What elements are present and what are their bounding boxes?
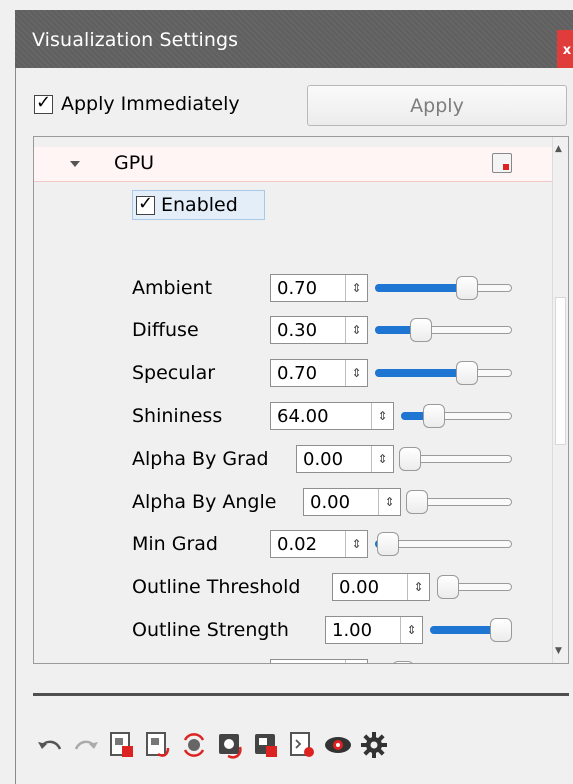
checkbox-icon[interactable]: ✓ <box>34 92 53 114</box>
title-bar: Visualization Settings x <box>15 10 573 70</box>
visibility-icon[interactable] <box>322 729 354 761</box>
collapse-arrow-icon[interactable] <box>70 161 80 167</box>
value-spinbox[interactable]: 0.70 ⇕ <box>270 274 368 302</box>
value-spinbox[interactable]: 0.70 ⇕ <box>270 359 368 387</box>
properties-tree: GPU ✓ Enabled Ambient 0.70 ⇕ Diffuse 0.30 ⇕ Sp… <box>33 136 569 664</box>
spin-arrows-icon[interactable]: ⇕ <box>345 275 367 301</box>
property-label: Alpha By Angle <box>132 491 277 513</box>
slider-handle[interactable] <box>423 404 445 428</box>
spinbox-value[interactable]: 0.02 <box>271 534 345 555</box>
value-spinbox[interactable]: 0.15⇕ <box>270 659 368 664</box>
bottom-toolbar <box>34 728 390 762</box>
scrollbar-thumb[interactable] <box>555 297 566 445</box>
property-label: Shininess <box>132 405 223 427</box>
scroll-up-icon[interactable]: ▲ <box>555 144 562 154</box>
spinbox-value[interactable]: 0.00 <box>304 492 378 513</box>
spin-arrows-icon[interactable]: ⇕ <box>378 489 400 515</box>
property-label: Diffuse <box>132 319 199 341</box>
property-label: Alpha By Grad <box>132 448 269 470</box>
apply-immediately-label: Apply Immediately <box>61 93 240 115</box>
value-slider[interactable] <box>375 358 512 388</box>
value-slider[interactable] <box>437 572 512 602</box>
spinbox-value[interactable]: 0.00 <box>333 577 407 598</box>
scroll-down-icon[interactable]: ▼ <box>555 646 562 656</box>
reset-group-icon[interactable] <box>492 153 512 173</box>
spin-arrows-icon[interactable]: ⇕ <box>345 360 367 386</box>
redo-icon[interactable] <box>70 729 102 761</box>
spin-arrows-icon[interactable]: ⇕ <box>400 617 422 643</box>
load-settings-icon[interactable] <box>106 729 138 761</box>
spin-arrows-icon[interactable]: ⇕ <box>345 317 367 343</box>
value-spinbox[interactable]: 0.00 ⇕ <box>296 445 394 473</box>
value-slider[interactable] <box>375 529 512 559</box>
gpu-group-header[interactable]: GPU <box>34 147 553 182</box>
spin-arrows-icon[interactable]: ⇕ <box>371 446 393 472</box>
value-slider[interactable] <box>406 487 512 517</box>
export-icon[interactable] <box>286 729 318 761</box>
enabled-checkbox[interactable]: ✓ Enabled <box>132 190 265 220</box>
undo-icon[interactable] <box>34 729 66 761</box>
slider-handle[interactable] <box>456 276 478 300</box>
value-spinbox[interactable]: 0.00 ⇕ <box>303 488 401 516</box>
spinbox-value[interactable]: 1.00 <box>326 620 400 641</box>
value-spinbox[interactable]: 64.00 ⇕ <box>270 402 394 430</box>
value-slider[interactable] <box>375 273 512 303</box>
settings-gear-icon[interactable] <box>358 729 390 761</box>
value-slider[interactable] <box>375 658 512 663</box>
apply-immediately-checkbox[interactable]: ✓ Apply Immediately <box>34 92 240 115</box>
property-label: Specular <box>132 362 216 384</box>
property-label: Ambient <box>132 277 213 299</box>
value-slider[interactable] <box>375 315 512 345</box>
value-spinbox[interactable]: 0.00 ⇕ <box>332 573 430 601</box>
spinbox-value[interactable]: 0.30 <box>271 320 345 341</box>
slider-fill <box>375 369 467 377</box>
refresh-icon[interactable] <box>178 729 210 761</box>
value-spinbox[interactable]: 0.02 ⇕ <box>270 530 368 558</box>
gpu-group-label: GPU <box>114 152 155 174</box>
property-label: Outline Strength <box>132 619 289 641</box>
slider-handle[interactable] <box>410 318 432 342</box>
vertical-scrollbar[interactable]: ▲ ▼ <box>552 137 568 663</box>
save-red-icon[interactable] <box>250 729 282 761</box>
checkbox-icon[interactable]: ✓ <box>136 193 155 215</box>
value-slider[interactable] <box>401 401 512 431</box>
value-spinbox[interactable]: 0.30 ⇕ <box>270 316 368 344</box>
save-settings-icon[interactable] <box>142 729 174 761</box>
slider-handle[interactable] <box>392 661 414 663</box>
enabled-label: Enabled <box>161 194 238 216</box>
spinbox-value[interactable]: 64.00 <box>271 406 371 427</box>
spinbox-value[interactable]: 0.15 <box>271 663 345 664</box>
slider-handle[interactable] <box>437 575 459 599</box>
property-label: Density <box>132 658 204 663</box>
window-title: Visualization Settings <box>32 29 239 51</box>
slider-handle[interactable] <box>399 447 421 471</box>
property-label: Min Grad <box>132 533 218 555</box>
slider-handle[interactable] <box>456 361 478 385</box>
slider-handle[interactable] <box>406 490 428 514</box>
spin-arrows-icon[interactable]: ⇕ <box>345 660 367 663</box>
property-label: Outline Threshold <box>132 576 301 598</box>
slider-fill <box>375 284 467 292</box>
spin-arrows-icon[interactable]: ⇕ <box>371 403 393 429</box>
value-slider[interactable] <box>430 615 512 645</box>
spinbox-value[interactable]: 0.00 <box>297 449 371 470</box>
slider-handle[interactable] <box>490 618 512 642</box>
value-slider[interactable] <box>399 444 512 474</box>
settings-panel: ✓ Apply Immediately Apply GPU ✓ Enabled … <box>15 68 573 784</box>
close-button[interactable]: x <box>557 30 573 70</box>
apply-button[interactable]: Apply <box>307 85 567 126</box>
spin-arrows-icon[interactable]: ⇕ <box>407 574 429 600</box>
value-spinbox[interactable]: 1.00 ⇕ <box>325 616 423 644</box>
spin-arrows-icon[interactable]: ⇕ <box>345 531 367 557</box>
spinbox-value[interactable]: 0.70 <box>271 363 345 384</box>
slider-handle[interactable] <box>377 532 399 556</box>
divider <box>33 693 569 696</box>
apply-settings-icon[interactable] <box>214 729 246 761</box>
spinbox-value[interactable]: 0.70 <box>271 278 345 299</box>
